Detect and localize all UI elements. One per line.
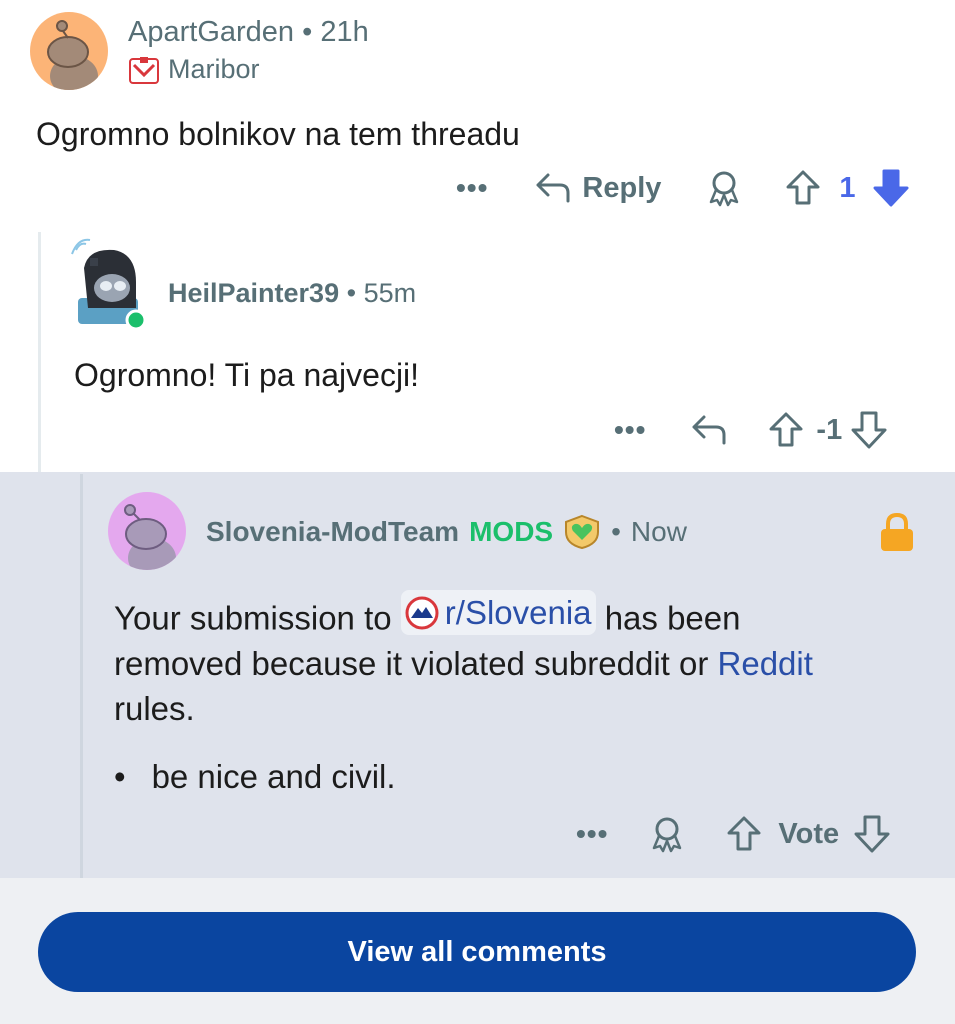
more-options-button[interactable]: ••• [576, 818, 608, 850]
body-text: rules. [114, 689, 195, 727]
subreddit-chip[interactable]: r/Slovenia [400, 590, 596, 635]
avatar-slovenia-modteam[interactable] [108, 492, 186, 570]
timestamp: Now [630, 516, 687, 547]
mods-badge: MODS [469, 516, 554, 547]
avatar-heilpainter39[interactable] [70, 238, 150, 331]
timestamp: 21h [320, 16, 369, 48]
upvote-icon[interactable] [726, 815, 762, 853]
vote-count: 1 [839, 171, 856, 204]
reply-icon[interactable] [690, 413, 728, 447]
comment-actions: ••• -1 [614, 410, 888, 450]
separator: • [611, 516, 621, 547]
rule-list-item: • be nice and civil. [114, 758, 396, 796]
more-options-button[interactable]: ••• [614, 414, 646, 446]
vote-label: Vote [778, 817, 840, 850]
more-options-button[interactable]: ••• [456, 172, 488, 204]
upvote-icon[interactable] [785, 169, 821, 207]
mod-shield-icon [565, 514, 600, 550]
comment-actions: ••• Reply 1 [456, 168, 910, 208]
view-all-comments-button[interactable]: View all comments [38, 912, 916, 992]
subreddit-link[interactable]: r/Slovenia [445, 590, 592, 635]
separator: • [346, 278, 357, 308]
subreddit-icon [405, 596, 439, 629]
user-flair: Maribor [128, 54, 260, 85]
comment-body: Ogromno! Ti pa najvecji! [74, 357, 420, 393]
comment-header: ApartGarden • 21h [128, 16, 369, 49]
separator: • [302, 16, 313, 48]
body-text: Your submission to [114, 599, 392, 637]
username[interactable]: HeilPainter39 [168, 278, 339, 308]
bullet-marker: • [114, 758, 126, 795]
reply-icon [536, 173, 570, 203]
comment-header: HeilPainter39 • 55m [168, 278, 416, 309]
comment-actions: ••• Vote [576, 814, 891, 854]
coat-of-arms-icon [129, 56, 159, 84]
award-icon[interactable] [705, 169, 743, 207]
reply-label: Reply [582, 171, 662, 204]
username[interactable]: Slovenia-ModTeam [206, 516, 459, 548]
downvote-icon[interactable] [872, 168, 910, 208]
timestamp: 55m [363, 278, 417, 308]
rule-text: be nice and civil. [151, 758, 396, 795]
lock-icon [881, 512, 913, 551]
comment-header: Slovenia-ModTeam MODS • Now [206, 514, 687, 550]
reddit-link[interactable]: Reddit [718, 645, 813, 682]
vote-count: -1 [816, 413, 843, 446]
comment-body: Your submission to r/Slovenia has been r… [114, 590, 874, 731]
downvote-icon[interactable] [850, 410, 888, 450]
avatar-apartgarden[interactable] [30, 12, 108, 90]
comment-body: Ogromno bolnikov na tem threadu [36, 116, 520, 152]
upvote-icon[interactable] [768, 411, 804, 449]
flair-label: Maribor [168, 54, 260, 84]
username[interactable]: ApartGarden [128, 16, 294, 48]
reply-button[interactable]: Reply [534, 171, 661, 205]
award-icon[interactable] [648, 815, 686, 853]
downvote-icon[interactable] [853, 814, 891, 854]
thread-line[interactable] [80, 474, 83, 878]
